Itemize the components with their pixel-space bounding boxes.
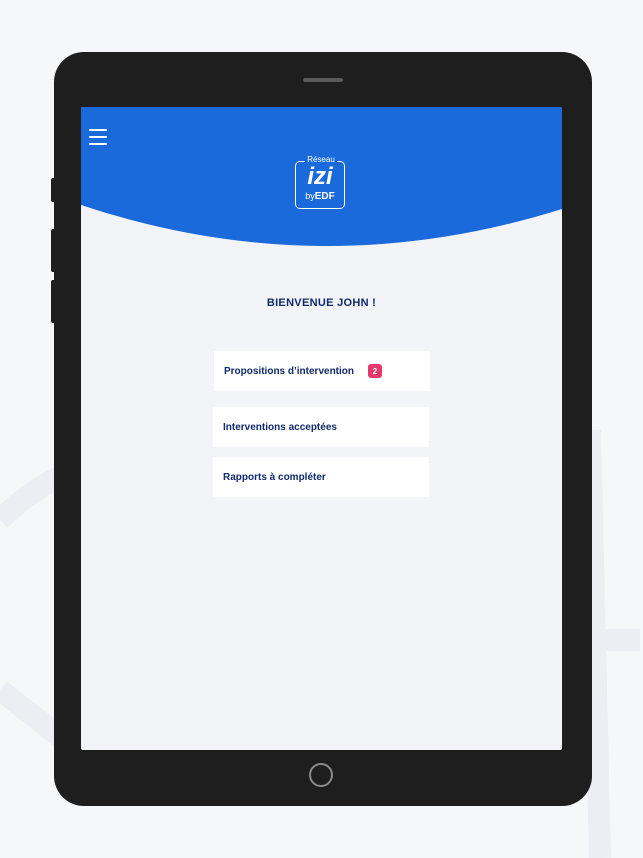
app-screen: Réseau izi byEDF BIENVENUE JOHN ! Propos…	[81, 107, 562, 750]
menu-item-propositions[interactable]: Propositions d’intervention 2	[214, 351, 430, 391]
menu-item-label: Interventions acceptées	[223, 421, 337, 433]
menu-item-rapports[interactable]: Rapports à compléter	[213, 457, 429, 497]
logo-izi-text: izi	[307, 163, 333, 190]
logo-by-text: by	[305, 191, 315, 201]
home-button[interactable]	[309, 763, 333, 787]
notification-badge: 2	[368, 364, 383, 378]
app-logo: Réseau izi byEDF	[295, 155, 347, 211]
welcome-title: BIENVENUE JOHN !	[266, 297, 377, 309]
tablet-speaker	[303, 78, 343, 82]
menu-icon[interactable]	[89, 129, 107, 145]
logo-by-edf: byEDF	[295, 191, 345, 202]
menu-item-label: Rapports à compléter	[223, 471, 326, 483]
logo-edf-text: EDF	[314, 191, 335, 202]
menu-item-interventions-acceptees[interactable]: Interventions acceptées	[213, 407, 429, 447]
menu-item-label: Propositions d’intervention	[224, 365, 355, 377]
